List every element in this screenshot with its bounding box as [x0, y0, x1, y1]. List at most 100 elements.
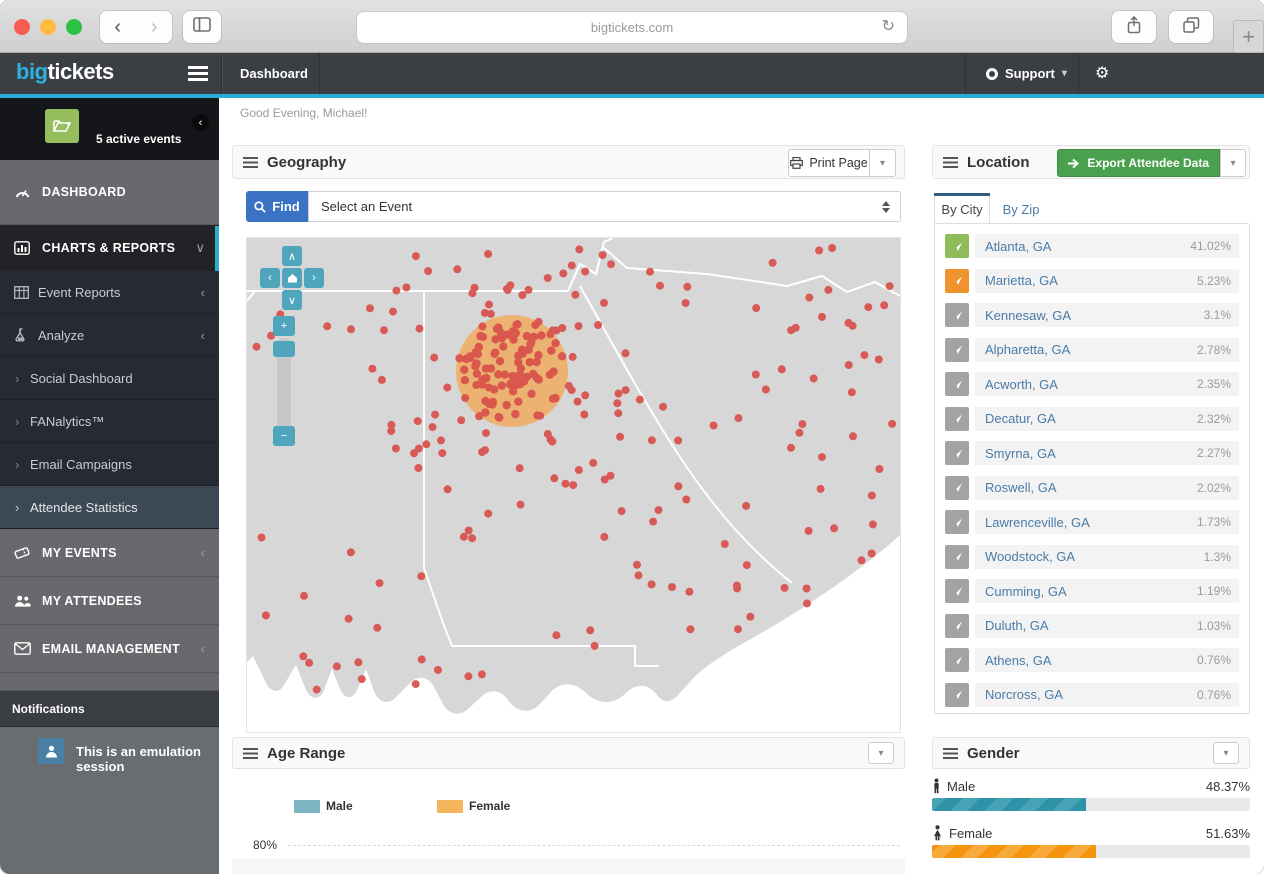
app-navbar: bigtickets Dashboard Support ▾ ⚙ — [0, 53, 1264, 94]
chevron-right-icon: › — [15, 457, 19, 472]
gender-male-row: Male 48.37% — [932, 777, 1250, 795]
nav-tab-dashboard[interactable]: Dashboard — [240, 53, 308, 94]
city-row[interactable]: Smyrna, GA2.27% — [945, 441, 1239, 465]
sidebar-item-fanalytics[interactable]: › FANalytics™ — [0, 400, 219, 443]
panel-menu-icon[interactable] — [943, 748, 958, 759]
city-row[interactable]: Lawrenceville, GA1.73% — [945, 510, 1239, 534]
active-events-header[interactable]: 5 active events ‹ — [0, 98, 219, 160]
geography-map[interactable]: ∧ ‹ › ∨ + − — [246, 237, 901, 733]
tabs-icon — [1183, 17, 1200, 38]
sidebar-item-label: CHARTS & REPORTS — [42, 241, 175, 255]
city-row[interactable]: Alpharetta, GA2.78% — [945, 338, 1239, 362]
y-axis-tick: 80% — [253, 838, 277, 852]
close-window-button[interactable] — [14, 19, 30, 35]
panel-title: Gender — [967, 745, 1020, 762]
legend-male-label: Male — [326, 799, 353, 813]
city-row[interactable]: Kennesaw, GA3.1% — [945, 303, 1239, 327]
back-button[interactable]: ‹ — [100, 16, 136, 39]
city-row[interactable]: Marietta, GA5.23% — [945, 269, 1239, 293]
pan-up-button[interactable]: ∧ — [282, 246, 302, 266]
city-row[interactable]: Roswell, GA2.02% — [945, 476, 1239, 500]
city-row[interactable]: Duluth, GA1.03% — [945, 614, 1239, 638]
sidebar-toggle-button[interactable] — [183, 11, 221, 43]
pan-right-button[interactable]: › — [304, 268, 324, 288]
sidebar-item-label: DASHBOARD — [42, 185, 126, 199]
tab-overview-button[interactable] — [1169, 11, 1213, 43]
chevron-left-icon: ‹ — [201, 328, 205, 343]
reload-icon[interactable]: ↻ — [882, 16, 895, 36]
sidebar-item-email-campaigns[interactable]: › Email Campaigns — [0, 443, 219, 486]
panel-menu-icon[interactable] — [243, 748, 258, 759]
pan-home-button[interactable] — [282, 268, 302, 288]
zoom-window-button[interactable] — [66, 19, 82, 35]
gauge-icon — [14, 185, 31, 199]
settings-gear-button[interactable]: ⚙ — [1095, 63, 1109, 83]
city-row[interactable]: Acworth, GA2.35% — [945, 372, 1239, 396]
pan-left-button[interactable]: ‹ — [260, 268, 280, 288]
tab-by-zip[interactable]: By Zip — [990, 196, 1052, 223]
export-attendee-data-button[interactable]: Export Attendee Data — [1057, 149, 1220, 177]
greeting-text: Good Evening, Michael! — [240, 106, 367, 120]
bar-chart-icon — [14, 241, 31, 255]
male-person-icon — [932, 778, 941, 794]
event-select[interactable]: Select an Event — [308, 191, 901, 222]
forward-button[interactable]: › — [137, 16, 173, 39]
active-events-count: 5 active events — [96, 132, 181, 146]
chevron-right-icon: › — [15, 500, 19, 515]
sidebar-menu-toggle[interactable] — [188, 66, 208, 81]
location-pin-icon — [945, 476, 969, 500]
city-row[interactable]: Cumming, GA1.19% — [945, 579, 1239, 603]
gender-percent: 51.63% — [1206, 826, 1250, 841]
sidebar-item-my-attendees[interactable]: MY ATTENDEES — [0, 577, 219, 625]
sidebar-item-label: Attendee Statistics — [30, 500, 138, 515]
sidebar-item-charts-reports[interactable]: CHARTS & REPORTS ∨ — [0, 225, 219, 271]
city-row[interactable]: Athens, GA0.76% — [945, 648, 1239, 672]
select-arrows-icon — [882, 201, 890, 213]
hamburger-icon — [188, 66, 208, 81]
notification-message: This is an emulation session — [76, 744, 219, 774]
location-pin-icon — [945, 579, 969, 603]
sidebar-item-social-dashboard[interactable]: › Social Dashboard — [0, 357, 219, 400]
panel-title: Location — [967, 154, 1030, 171]
panel-menu-icon[interactable] — [943, 157, 958, 168]
panel-menu-icon[interactable] — [243, 157, 258, 168]
divider — [319, 53, 320, 94]
zoom-out-button[interactable]: − — [273, 426, 295, 446]
divider — [965, 53, 966, 94]
export-options-dropdown[interactable]: ▾ — [1220, 149, 1246, 177]
male-progress-bar — [932, 798, 1250, 811]
collapse-panel-button[interactable]: ▾ — [868, 742, 894, 764]
support-menu[interactable]: Support ▾ — [986, 53, 1067, 94]
zoom-slider-handle[interactable] — [273, 341, 295, 357]
flask-icon — [14, 328, 31, 342]
sidebar-item-analyze[interactable]: Analyze ‹ — [0, 314, 219, 357]
app-logo[interactable]: bigtickets — [16, 59, 114, 85]
divider — [1078, 53, 1079, 94]
sidebar-item-attendee-statistics[interactable]: › Attendee Statistics — [0, 486, 219, 529]
collapse-panel-button[interactable]: ▾ — [1213, 742, 1239, 764]
zoom-in-button[interactable]: + — [273, 316, 295, 336]
find-button[interactable]: Find — [246, 191, 308, 222]
pan-down-button[interactable]: ∨ — [282, 290, 302, 310]
city-row[interactable]: Norcross, GA0.76% — [945, 683, 1239, 707]
city-row[interactable]: Woodstock, GA1.3% — [945, 545, 1239, 569]
tab-by-city[interactable]: By City — [934, 196, 990, 223]
legend-male-swatch — [294, 800, 320, 813]
sidebar-item-dashboard[interactable]: DASHBOARD — [0, 160, 219, 225]
share-button[interactable] — [1112, 11, 1156, 43]
url-bar[interactable]: bigtickets.com ↻ — [357, 12, 907, 43]
sidebar-item-event-reports[interactable]: Event Reports ‹ — [0, 271, 219, 314]
print-page-button[interactable]: Print Page — [788, 149, 870, 177]
logo-big: big — [16, 59, 48, 84]
sidebar-collapse-icon[interactable]: ‹ — [192, 114, 209, 131]
minimize-window-button[interactable] — [40, 19, 56, 35]
city-row[interactable]: Decatur, GA2.32% — [945, 407, 1239, 431]
sidebar-item-email-management[interactable]: EMAIL MANAGEMENT ‹ — [0, 625, 219, 673]
city-row[interactable]: Atlanta, GA41.02% — [945, 234, 1239, 258]
new-tab-button[interactable]: + — [1233, 20, 1264, 53]
print-options-dropdown[interactable]: ▾ — [870, 149, 896, 177]
sidebar-item-my-events[interactable]: MY EVENTS ‹ — [0, 529, 219, 577]
support-icon — [986, 68, 998, 80]
location-pin-icon — [945, 648, 969, 672]
chevron-right-icon: › — [15, 371, 19, 386]
